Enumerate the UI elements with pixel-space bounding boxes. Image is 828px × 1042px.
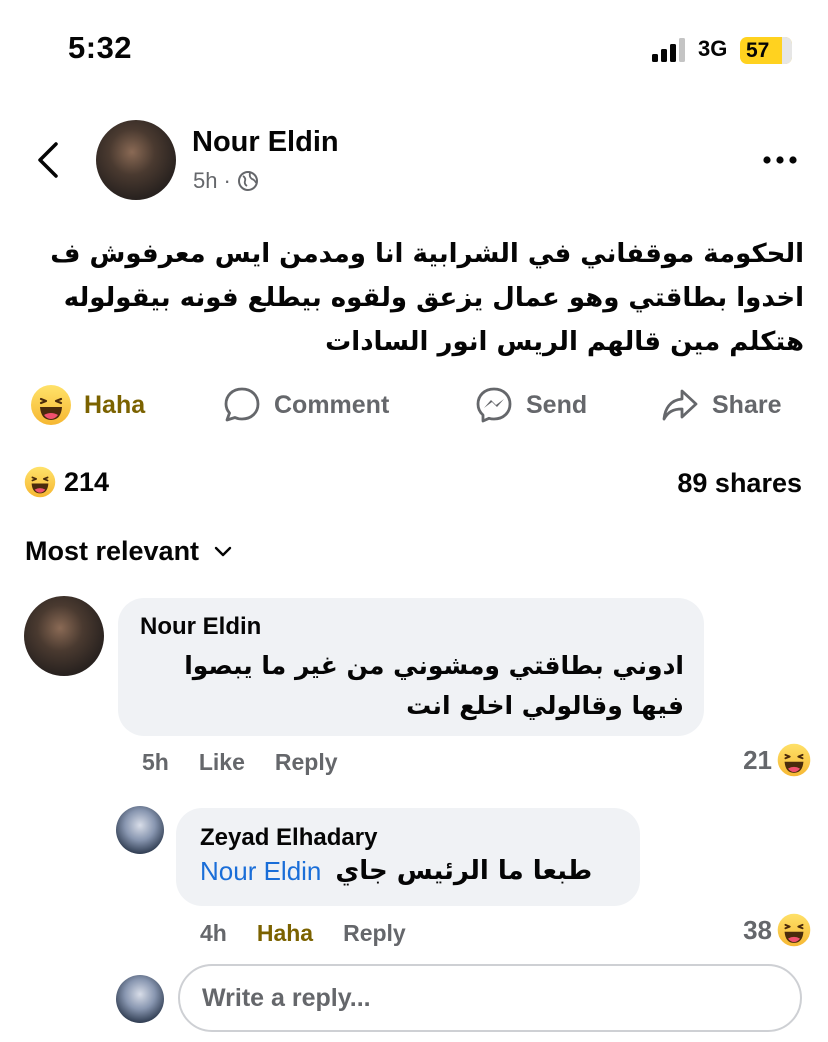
haha-reaction-link[interactable]: Haha [257, 920, 313, 947]
reply-button[interactable]: Reply [343, 920, 406, 947]
post-time[interactable]: 5h [193, 168, 217, 194]
reply-time: 4h [200, 920, 227, 946]
battery-level: 57 [746, 39, 770, 62]
share-count[interactable]: 89 shares [677, 468, 802, 499]
post-meta: 5h · [193, 168, 259, 194]
author-avatar[interactable] [96, 120, 176, 200]
comment-icon [224, 387, 260, 422]
reply-text-line: طبعا ما الرئيس جاي Nour Eldin [200, 856, 592, 887]
comment-sort-dropdown[interactable]: Most relevant [25, 536, 233, 567]
share-label: Share [712, 390, 782, 419]
post-text: الحكومة موقفاني في الشرابية انا ومدمن اي… [50, 239, 804, 357]
messenger-icon [476, 387, 512, 423]
reply-reaction-number: 38 [743, 914, 772, 945]
post-author-name[interactable]: Nour Eldin [192, 126, 339, 159]
signal-icon [652, 38, 685, 62]
haha-emoji-icon [776, 912, 812, 948]
status-time: 5:32 [68, 30, 133, 65]
comment-text: ادوني بطاقتي ومشوني من غير ما يبصوا فيها… [184, 651, 684, 720]
haha-emoji-icon [24, 466, 56, 498]
reaction-count: 214 [64, 466, 110, 497]
comment-label: Comment [274, 390, 390, 419]
like-button[interactable]: Like [199, 749, 245, 776]
network-type: 3G [698, 36, 728, 61]
comment-meta: 5h Like Reply [142, 749, 338, 776]
haha-emoji-icon [776, 742, 812, 778]
back-arrow-icon[interactable] [30, 138, 70, 182]
comment-author[interactable]: Nour Eldin [140, 613, 261, 641]
send-button[interactable]: Send [474, 382, 587, 428]
sort-label: Most relevant [25, 536, 200, 566]
chevron-down-icon [214, 546, 232, 556]
battery-indicator: 57 [740, 37, 792, 64]
reply-reaction-count[interactable]: 38 [743, 912, 812, 948]
haha-reaction-button[interactable]: Haha [30, 382, 145, 428]
comment-button[interactable]: Comment [222, 382, 389, 428]
haha-label: Haha [84, 390, 146, 419]
comment-reaction-count[interactable]: 21 [743, 742, 812, 778]
haha-emoji-icon [31, 385, 71, 425]
globe-icon [237, 171, 258, 191]
reaction-summary[interactable]: 214 [24, 466, 109, 498]
reply-author[interactable]: Zeyad Elhadary [200, 824, 377, 852]
comment-reaction-number: 21 [743, 744, 772, 775]
comment-time: 5h [142, 749, 169, 775]
send-label: Send [526, 390, 588, 419]
reply-input[interactable]: Write a reply... [178, 964, 802, 1032]
meta-separator: · [223, 168, 231, 193]
reply-avatar[interactable] [116, 806, 164, 854]
reply-text: طبعا ما الرئيس جاي [335, 856, 593, 886]
share-button[interactable]: Share [660, 382, 781, 428]
reply-button[interactable]: Reply [275, 749, 338, 776]
reply-meta: 4h Haha Reply [200, 920, 406, 947]
more-options-icon[interactable] [760, 150, 800, 170]
current-user-avatar [116, 975, 164, 1023]
comment-avatar[interactable] [24, 596, 104, 676]
mention-tag[interactable]: Nour Eldin [200, 856, 321, 887]
share-icon [662, 389, 698, 421]
